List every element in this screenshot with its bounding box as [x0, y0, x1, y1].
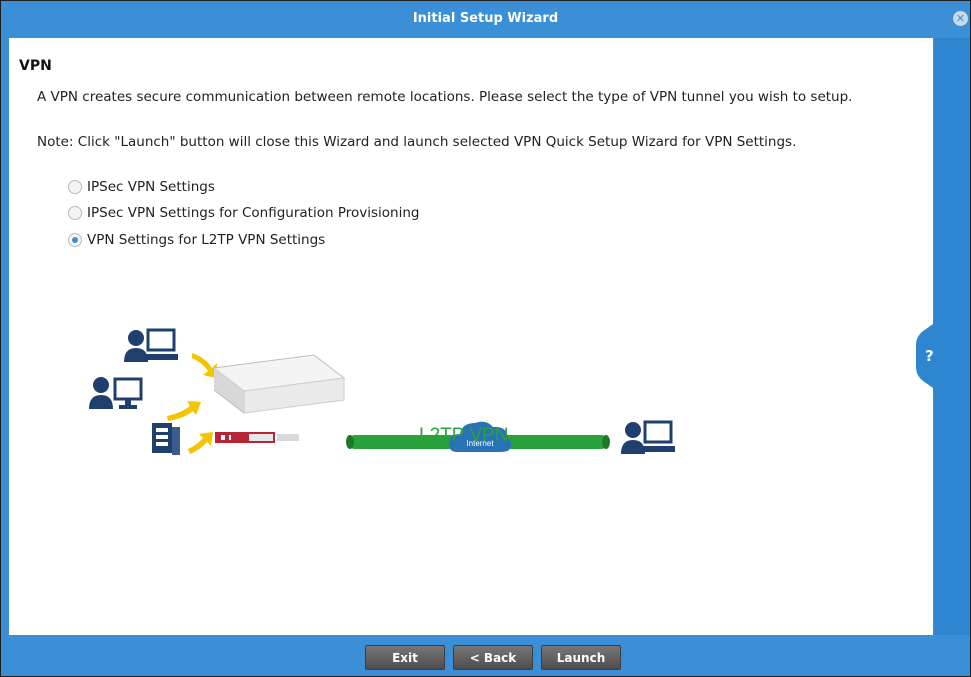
section-description: A VPN creates secure communication betwe… [37, 89, 853, 105]
content-panel: VPN A VPN creates secure communication b… [9, 38, 933, 635]
radio-ipsec-vpn[interactable] [68, 180, 82, 194]
launch-button[interactable]: Launch [541, 645, 621, 670]
option-label: IPSec VPN Settings [87, 179, 215, 195]
section-title: VPN [19, 58, 52, 74]
help-icon[interactable]: ? [925, 347, 934, 365]
radio-ipsec-provisioning[interactable] [68, 206, 82, 220]
remote-site-user-icon [621, 420, 675, 454]
option-l2tp-vpn[interactable]: VPN Settings for L2TP VPN Settings [68, 232, 325, 252]
wizard-window: Initial Setup Wizard ✕ VPN A VPN creates… [0, 0, 971, 677]
option-label: IPSec VPN Settings for Configuration Pro… [87, 205, 420, 221]
option-label: VPN Settings for L2TP VPN Settings [87, 232, 326, 248]
close-icon[interactable]: ✕ [953, 11, 968, 26]
tunnel-label: L2TP VPN [419, 425, 509, 446]
remote-user-icon [124, 328, 178, 362]
back-button[interactable]: < Back [453, 645, 533, 670]
title-bar: Initial Setup Wizard ✕ [1, 1, 970, 37]
window-title: Initial Setup Wizard [412, 11, 559, 26]
l2tp-vpn-diagram: Internet [89, 328, 675, 455]
firewall-device-icon [212, 354, 346, 443]
radio-l2tp-vpn[interactable] [68, 233, 82, 247]
exit-button[interactable]: Exit [365, 645, 445, 670]
local-user-icon [89, 377, 143, 409]
option-ipsec-provisioning[interactable]: IPSec VPN Settings for Configuration Pro… [68, 205, 419, 225]
option-ipsec-vpn[interactable]: IPSec VPN Settings [68, 179, 215, 199]
footer-bar: Exit < Back Launch [1, 636, 970, 676]
server-icon [152, 423, 180, 455]
launch-note: Note: Click "Launch" button will close t… [37, 134, 797, 150]
